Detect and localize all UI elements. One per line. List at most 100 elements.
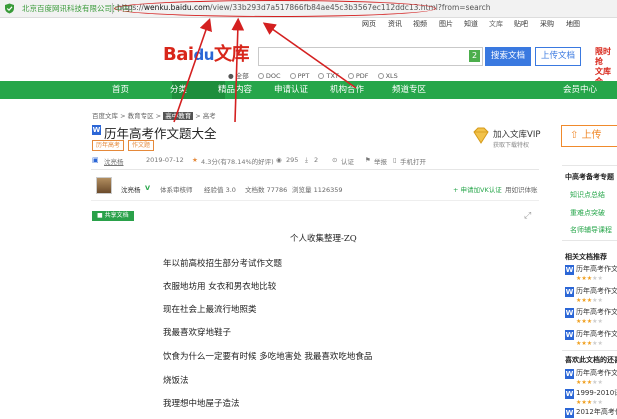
apply-certify-link[interactable]: + 申请加VK认证 bbox=[453, 184, 502, 194]
file-type-filters[interactable]: ● 全部 DOC PPT TXT PDF XLS bbox=[228, 70, 398, 80]
rating-stars: ★★★★★ bbox=[576, 379, 603, 386]
divider bbox=[562, 350, 617, 351]
related-doc[interactable]: 历年高考作文 bbox=[576, 329, 617, 339]
upload-button[interactable]: ⇧ 上传 bbox=[561, 125, 617, 147]
liked-doc[interactable]: 1999-2010语 bbox=[576, 388, 617, 398]
verified-icon: V bbox=[145, 184, 151, 192]
add-library-vip[interactable]: 加入文库VIP bbox=[493, 128, 540, 140]
nav-home[interactable]: 首页 bbox=[112, 83, 129, 95]
search-input[interactable] bbox=[258, 47, 483, 66]
related-doc[interactable]: 历年高考作文 bbox=[576, 286, 617, 296]
sidebar-section-related: 相关文档推荐 bbox=[565, 253, 607, 261]
nav-channels[interactable]: 频道专区 bbox=[392, 83, 426, 95]
divider bbox=[91, 169, 539, 170]
nav-purchase[interactable]: 采购 bbox=[540, 19, 554, 29]
crumb-highschool[interactable]: 高中教育 bbox=[163, 112, 194, 120]
search-docs-button[interactable]: 搜索文档 bbox=[485, 47, 531, 66]
author-doc-count: 文档数 77786 bbox=[245, 186, 288, 194]
rating-stars: ★★★★★ bbox=[576, 318, 603, 325]
liked-doc[interactable]: 历年高考作文 bbox=[576, 368, 617, 378]
word-doc-icon: W bbox=[565, 265, 574, 275]
divider bbox=[91, 200, 539, 201]
upload-icon: ⇧ bbox=[570, 130, 582, 141]
follow-link[interactable]: 用如识体账 bbox=[505, 184, 538, 194]
download-icon: ⤓ bbox=[305, 156, 308, 164]
radio-icon[interactable] bbox=[318, 73, 325, 79]
filter-doc[interactable]: DOC bbox=[266, 72, 281, 80]
user-icon: ▣ bbox=[92, 156, 99, 164]
nav-certify[interactable]: 申请认证 bbox=[274, 83, 308, 95]
sidebar-link[interactable]: 重难点突破 bbox=[570, 208, 605, 218]
related-doc[interactable]: 历年高考作文 bbox=[576, 264, 617, 274]
author-level: 经验值 3.0 bbox=[204, 186, 236, 194]
diamond-icon[interactable] bbox=[471, 126, 491, 146]
fullscreen-icon[interactable]: ⤢ bbox=[524, 211, 531, 221]
filter-xls[interactable]: XLS bbox=[386, 72, 398, 80]
nav-premium[interactable]: 精品内容 bbox=[218, 83, 252, 95]
add-library-sub: 获取下载特权 bbox=[493, 142, 530, 149]
nav-category[interactable]: 分类 bbox=[170, 83, 187, 95]
author-name[interactable]: 沈亮杨 bbox=[121, 184, 141, 194]
author-link[interactable]: 沈亮杨 bbox=[104, 156, 124, 166]
sidebar-link[interactable]: 知识点总结 bbox=[570, 190, 605, 200]
radio-icon[interactable] bbox=[347, 73, 354, 79]
nav-zhidao[interactable]: 知道 bbox=[464, 19, 478, 29]
wenku-logo[interactable]: Baidu文库 bbox=[163, 40, 249, 66]
upload-date: 2019-07-12 bbox=[146, 156, 184, 164]
avatar[interactable] bbox=[96, 177, 112, 194]
rating-stars: ★★★★★ bbox=[576, 399, 603, 406]
sidebar-link[interactable]: 名师辅导课程 bbox=[570, 225, 612, 235]
filter-txt[interactable]: TXT bbox=[326, 72, 338, 80]
doc-line: 年以前高校招生部分考试作文题 bbox=[163, 259, 283, 269]
star-icon: ★ bbox=[192, 156, 198, 164]
radio-icon[interactable] bbox=[257, 73, 264, 79]
nav-map[interactable]: 地图 bbox=[566, 19, 580, 29]
divider bbox=[562, 165, 617, 166]
rating-stars: ★★★★★ bbox=[576, 297, 603, 304]
nav-news[interactable]: 资讯 bbox=[388, 19, 402, 29]
shared-doc-badge: ■ 共享文档 bbox=[92, 211, 134, 221]
filter-pdf[interactable]: PDF bbox=[356, 72, 369, 80]
main-nav-bar bbox=[0, 81, 617, 99]
tag-gaokao[interactable]: 历年高考 bbox=[92, 140, 125, 151]
view-count: 295 bbox=[286, 156, 299, 164]
nav-images[interactable]: 图片 bbox=[439, 19, 453, 29]
filter-ppt[interactable]: PPT bbox=[298, 72, 310, 80]
word-doc-icon: W bbox=[565, 369, 574, 379]
nav-video[interactable]: 视频 bbox=[413, 19, 427, 29]
doc-line: 现在社会上最流行地照类 bbox=[163, 305, 257, 315]
report-icon: ⚑ bbox=[365, 156, 371, 164]
divider bbox=[562, 240, 617, 241]
report-link[interactable]: 举报 bbox=[374, 156, 387, 166]
mobile-open-link[interactable]: 手机打开 bbox=[400, 156, 426, 166]
upload-docs-button[interactable]: 上传文档 bbox=[535, 47, 581, 66]
word-doc-icon: W bbox=[565, 389, 574, 399]
radio-icon[interactable] bbox=[377, 73, 384, 79]
shield-icon bbox=[5, 3, 14, 14]
liked-doc[interactable]: 2012年高考作 bbox=[576, 407, 617, 417]
rating: 4.3分(有78.14%的好评) bbox=[201, 158, 274, 166]
share-icon: ■ bbox=[97, 212, 105, 219]
nav-member-center[interactable]: 会员中心 bbox=[563, 83, 597, 95]
url-highlight-oval bbox=[114, 0, 436, 17]
related-doc[interactable]: 历年高考作文 bbox=[576, 307, 617, 317]
rating-stars: ★★★★★ bbox=[576, 275, 603, 282]
eye-icon: ◉ bbox=[276, 156, 282, 164]
tag-essay[interactable]: 作文题 bbox=[128, 140, 155, 151]
certified-label[interactable]: 认证 bbox=[341, 156, 354, 166]
radio-icon[interactable] bbox=[289, 73, 296, 79]
nav-tieba[interactable]: 贴吧 bbox=[514, 19, 528, 29]
crumb-wenku[interactable]: 百度文库 bbox=[92, 112, 118, 120]
crumb-gaokao[interactable]: 高考 bbox=[203, 112, 216, 120]
address-divider bbox=[112, 3, 113, 14]
word-doc-icon: W bbox=[565, 330, 574, 340]
doc-line: 衣服地坊用 女衣和男衣地比较 bbox=[163, 282, 277, 292]
crumb-education[interactable]: 教育专区 bbox=[128, 112, 154, 120]
filter-all[interactable]: ● 全部 bbox=[228, 72, 249, 80]
nav-wenku[interactable]: 文库 bbox=[489, 19, 503, 29]
nav-partners[interactable]: 机构合作 bbox=[330, 83, 364, 95]
doc-line: 我理想中地屋子造法 bbox=[163, 399, 240, 409]
word-doc-icon: W bbox=[565, 287, 574, 297]
nav-web[interactable]: 网页 bbox=[362, 19, 376, 29]
doc-heading: 个人收集整理-ZQ bbox=[290, 234, 357, 244]
